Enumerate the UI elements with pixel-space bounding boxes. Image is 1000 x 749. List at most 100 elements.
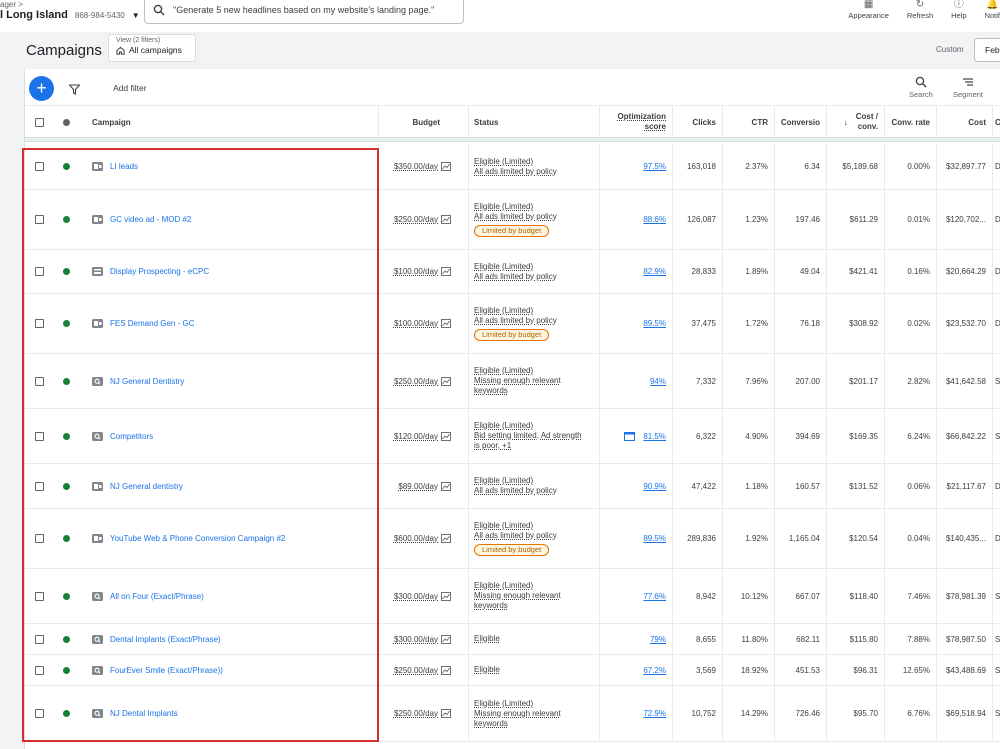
table-row[interactable]: Dental Implants (Exact/Phrase) $300.00/da… (25, 624, 1000, 655)
row-checkbox-cell[interactable] (25, 624, 53, 654)
row-checkbox[interactable] (34, 634, 44, 644)
row-checkbox-cell[interactable] (25, 655, 53, 685)
col-cost-per-conv[interactable]: ↓ Cost / conv. (827, 106, 885, 138)
budget-value[interactable]: $250.00/day (394, 215, 438, 224)
account-selector[interactable]: l Long Island 868-984-5430 ▼ (0, 9, 140, 21)
filter-icon[interactable] (68, 82, 81, 100)
campaign-name-link[interactable]: Competitors (110, 432, 153, 441)
row-checkbox-cell[interactable] (25, 509, 53, 568)
enabled-status-dot[interactable] (62, 320, 70, 327)
enabled-status-dot[interactable] (62, 592, 70, 600)
status-line-1[interactable]: Eligible (Limited) (474, 262, 557, 272)
limited-by-budget-badge[interactable]: Limited by budget (474, 225, 550, 237)
col-next[interactable]: C (995, 106, 1000, 138)
limited-by-budget-badge[interactable]: Limited by budget (474, 329, 550, 341)
status-line-3[interactable]: is poor, +1 (474, 441, 582, 451)
status-line-1[interactable]: Eligible (474, 634, 500, 644)
enabled-status-dot[interactable] (62, 635, 70, 643)
budget-value[interactable]: $600.00/day (394, 534, 438, 543)
table-row[interactable]: YouTube Web & Phone Conversion Campaign … (25, 509, 1000, 569)
campaign-name-link[interactable]: Dental Implants (Exact/Phrase) (110, 635, 221, 644)
optimization-score-link[interactable]: 77.6% (643, 592, 666, 601)
help-button[interactable]: ⓘ Help (951, 0, 966, 24)
status-filter-cell[interactable] (53, 106, 79, 138)
enabled-status-dot[interactable] (62, 377, 70, 385)
optimization-score-link[interactable]: 81.5% (643, 432, 666, 441)
budget-value[interactable]: $250.00/day (394, 709, 438, 718)
status-line-1[interactable]: Eligible (Limited) (474, 306, 557, 316)
budget-value[interactable]: $89.00/day (398, 482, 438, 491)
table-row[interactable]: NJ General Dentistry $250.00/day Eligible … (25, 354, 1000, 409)
optimization-score-link[interactable]: 72.9% (643, 709, 666, 718)
search-button[interactable]: Search (909, 74, 933, 99)
status-line-2[interactable]: Missing enough relevant (474, 591, 561, 601)
select-all-checkbox[interactable] (34, 117, 44, 127)
col-budget[interactable]: Budget (379, 106, 469, 138)
status-line-1[interactable]: Eligible (474, 665, 500, 675)
status-line-1[interactable]: Eligible (Limited) (474, 366, 561, 376)
row-checkbox[interactable] (34, 267, 44, 276)
status-line-1[interactable]: Eligible (Limited) (474, 581, 561, 591)
row-checkbox[interactable] (34, 215, 44, 224)
col-cost[interactable]: Cost (937, 106, 993, 138)
budget-chart-icon[interactable] (441, 215, 451, 224)
row-checkbox[interactable] (34, 319, 44, 328)
table-row[interactable]: Competitors $120.00/day Eligible (Limited)… (25, 409, 1000, 464)
col-conv-rate[interactable]: Conv. rate (885, 106, 937, 138)
row-checkbox-cell[interactable] (25, 144, 53, 189)
enabled-status-dot[interactable] (62, 535, 70, 542)
row-checkbox-cell[interactable] (25, 294, 53, 353)
campaign-name-link[interactable]: NJ General Dentistry (110, 377, 184, 386)
date-range-picker[interactable]: Feb (974, 38, 1000, 62)
budget-chart-icon[interactable] (441, 267, 451, 276)
add-filter-button[interactable]: Add filter (113, 83, 147, 93)
status-line-2[interactable]: All ads limited by policy (474, 486, 557, 496)
status-line-2[interactable]: All ads limited by policy (474, 272, 557, 282)
enabled-status-dot[interactable] (62, 666, 70, 674)
status-line-1[interactable]: Eligible (Limited) (474, 521, 557, 531)
row-checkbox-cell[interactable] (25, 250, 53, 293)
budget-chart-icon[interactable] (441, 319, 451, 328)
budget-value[interactable]: $350.00/day (394, 162, 438, 171)
budget-value[interactable]: $250.00/day (394, 666, 438, 675)
table-row[interactable]: GC video ad - MOD #2 $250.00/day Eligible … (25, 190, 1000, 250)
row-checkbox[interactable] (34, 709, 44, 718)
table-row[interactable]: LI leads $350.00/day Eligible (Limited) All… (25, 144, 1000, 190)
enabled-status-dot[interactable] (62, 268, 70, 275)
campaign-name-link[interactable]: LI leads (110, 162, 138, 171)
optimization-score-link[interactable]: 89.5% (643, 534, 666, 543)
budget-chart-icon[interactable] (441, 709, 451, 718)
campaign-name-link[interactable]: FES Demand Gen - GC (110, 319, 194, 328)
row-checkbox-cell[interactable] (25, 409, 53, 463)
row-checkbox-cell[interactable] (25, 569, 53, 623)
col-clicks[interactable]: Clicks (673, 106, 723, 138)
optimization-score-link[interactable]: 94% (650, 377, 666, 386)
col-status[interactable]: Status (469, 106, 600, 138)
row-checkbox[interactable] (34, 162, 44, 171)
enabled-status-dot[interactable] (62, 163, 70, 170)
optimization-score-link[interactable]: 79% (650, 635, 666, 644)
row-checkbox-cell[interactable] (25, 190, 53, 249)
budget-chart-icon[interactable] (441, 634, 451, 644)
campaign-name-link[interactable]: FourEver Smile (Exact/Phrase)) (110, 666, 223, 675)
status-line-1[interactable]: Eligible (Limited) (474, 202, 557, 212)
enabled-status-dot[interactable] (62, 710, 70, 717)
refresh-button[interactable]: ↻ Refresh (907, 0, 933, 24)
status-dot-header[interactable] (62, 118, 70, 126)
budget-chart-icon[interactable] (441, 534, 451, 543)
row-checkbox-cell[interactable] (25, 464, 53, 508)
table-row[interactable]: All on Four (Exact/Phrase) $300.00/day Eli… (25, 569, 1000, 624)
optimization-score-link[interactable]: 88.6% (643, 215, 666, 224)
status-line-2[interactable]: Bid setting limited, Ad strength (474, 431, 582, 441)
row-checkbox[interactable] (34, 481, 44, 491)
budget-chart-icon[interactable] (441, 665, 451, 675)
status-line-2[interactable]: All ads limited by policy (474, 212, 557, 222)
row-checkbox-cell[interactable] (25, 686, 53, 741)
status-line-2[interactable]: Missing enough relevant (474, 376, 561, 386)
status-line-1[interactable]: Eligible (Limited) (474, 421, 582, 431)
budget-value[interactable]: $100.00/day (394, 267, 438, 276)
campaign-name-link[interactable]: Display Prospecting - eCPC (110, 267, 209, 276)
row-checkbox[interactable] (34, 431, 44, 441)
table-row[interactable]: FES Demand Gen - GC $100.00/day Eligible (… (25, 294, 1000, 354)
table-row[interactable]: FourEver Smile (Exact/Phrase)) $250.00/da… (25, 655, 1000, 686)
